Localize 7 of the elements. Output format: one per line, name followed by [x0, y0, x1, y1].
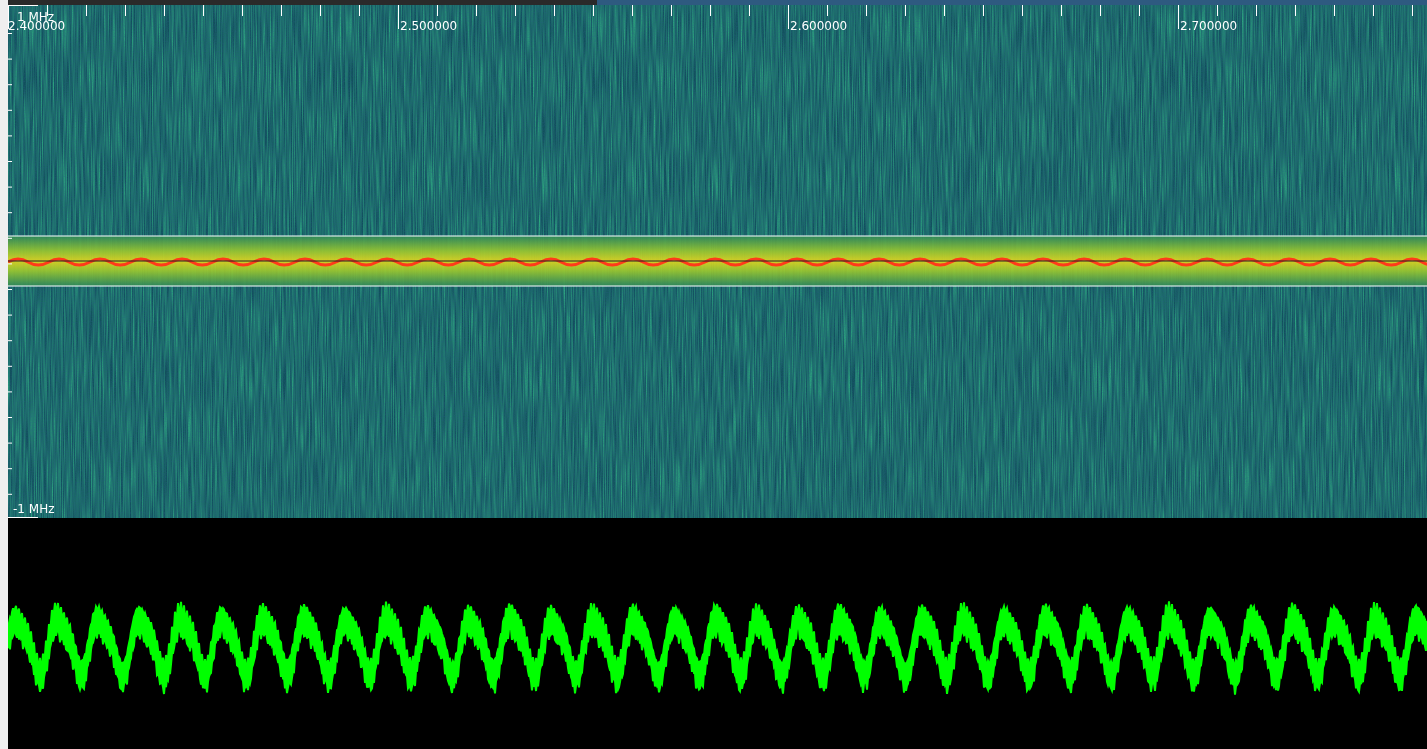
scale-bar	[8, 517, 38, 518]
frequency-scale-label: -1 MHz	[13, 502, 55, 516]
scale-bar	[8, 5, 38, 6]
time-axis-label: 2.500000	[400, 19, 458, 33]
scrollbar[interactable]	[8, 0, 1427, 5]
time-axis-label: 2.600000	[790, 19, 848, 33]
time-axis-label: 2.700000	[1180, 19, 1238, 33]
